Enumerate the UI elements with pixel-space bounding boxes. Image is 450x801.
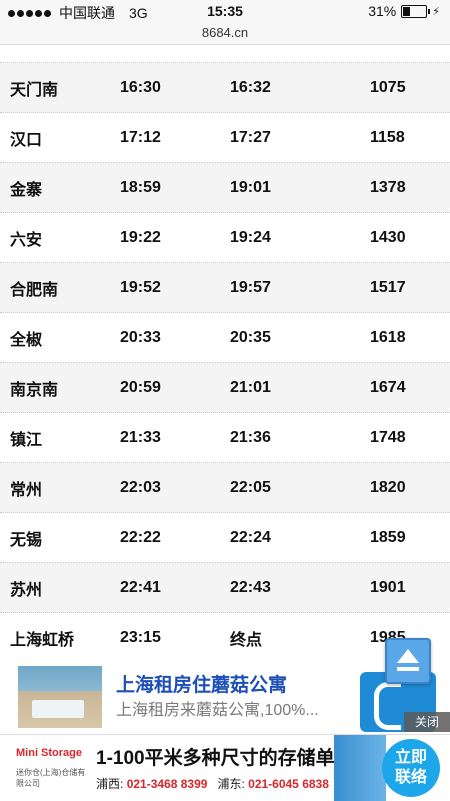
departure-time: 22:24 xyxy=(230,528,271,546)
departure-time: 终点 xyxy=(230,631,263,649)
distance-km: 1674 xyxy=(370,378,406,396)
departure-time: 20:35 xyxy=(230,328,271,346)
table-row: 六安 19:22 19:24 1430 xyxy=(0,213,450,263)
table-row: 合肥南 19:52 19:57 1517 xyxy=(0,263,450,313)
table-row: 无锡 22:22 22:24 1859 xyxy=(0,513,450,563)
departure-time: 17:27 xyxy=(230,128,271,146)
departure-time: 21:36 xyxy=(230,428,271,446)
arrival-time: 19:52 xyxy=(120,278,161,296)
distance-km: 1430 xyxy=(370,228,406,246)
departure-time: 22:43 xyxy=(230,578,271,596)
distance-km: 1901 xyxy=(370,578,406,596)
url-bar[interactable]: 8684.cn xyxy=(0,22,450,45)
station-name: 苏州 xyxy=(10,581,43,599)
arrival-time: 22:03 xyxy=(120,478,161,496)
url-domain[interactable]: 8684.cn xyxy=(202,25,248,40)
ad-thumbnail-image[interactable] xyxy=(18,666,102,728)
distance-km: 1075 xyxy=(370,78,406,96)
station-name: 六安 xyxy=(10,231,43,249)
station-name: 汉口 xyxy=(10,131,43,149)
departure-time: 22:05 xyxy=(230,478,271,496)
station-name: 上海虹桥 xyxy=(10,631,75,649)
ad-title[interactable]: 上海租房住蘑菇公寓 xyxy=(116,670,287,697)
table-row: 南京南 20:59 21:01 1674 xyxy=(0,363,450,413)
battery-status: 31% ⚡ xyxy=(368,3,440,19)
battery-icon xyxy=(401,4,431,18)
station-name: 常州 xyxy=(10,481,43,499)
station-name: 南京南 xyxy=(10,381,59,399)
distance-km: 1859 xyxy=(370,528,406,546)
station-name: 全椒 xyxy=(10,331,43,349)
table-row: 镇江 21:33 21:36 1748 xyxy=(0,413,450,463)
arrival-time: 20:59 xyxy=(120,378,161,396)
distance-km: 1618 xyxy=(370,328,406,346)
contact-now-button[interactable]: 立即联络 xyxy=(382,739,440,797)
banner-company: 迷你仓(上海)仓储有限公司 xyxy=(16,768,86,788)
charging-icon: ⚡ xyxy=(432,5,440,18)
arrival-time: 22:41 xyxy=(120,578,161,596)
table-row: 全椒 20:33 20:35 1618 xyxy=(0,313,450,363)
table-row: 常州 22:03 22:05 1820 xyxy=(0,463,450,513)
station-name: 金寨 xyxy=(10,181,43,199)
arrival-time: 20:33 xyxy=(120,328,161,346)
departure-time: 21:01 xyxy=(230,378,271,396)
banner-phone-2: 021-6045 6838 xyxy=(248,777,329,791)
station-name: 天门南 xyxy=(10,81,59,99)
station-name: 镇江 xyxy=(10,431,43,449)
table-row: 天门南 16:30 16:32 1075 xyxy=(0,63,450,113)
table-top-strip xyxy=(0,44,450,63)
scroll-top-icon[interactable] xyxy=(385,638,431,684)
banner-phones: 浦西: 021-3468 8399 浦东: 021-6045 6838 xyxy=(96,777,329,791)
departure-time: 16:32 xyxy=(230,78,271,96)
ad-card[interactable]: 上海租房住蘑菇公寓 上海租房来蘑菇公寓,100%... xyxy=(0,652,450,734)
table-row: 汉口 17:12 17:27 1158 xyxy=(0,113,450,163)
departure-time: 19:24 xyxy=(230,228,271,246)
banner-storage-image xyxy=(334,735,386,801)
status-bar: 中国联通 3G 15:35 31% ⚡ xyxy=(0,0,450,22)
table-row: 苏州 22:41 22:43 1901 xyxy=(0,563,450,613)
arrival-time: 16:30 xyxy=(120,78,161,96)
arrival-time: 18:59 xyxy=(120,178,161,196)
banner-title[interactable]: 1-100平米多种尺寸的存储单元 xyxy=(96,743,354,770)
ministorage-logo: Mini Storage 迷你仓(上海)仓储有限公司 xyxy=(16,747,86,788)
arrival-time: 22:22 xyxy=(120,528,161,546)
ad-subtitle[interactable]: 上海租房来蘑菇公寓,100%... xyxy=(116,696,319,720)
distance-km: 1158 xyxy=(370,128,405,146)
storage-banner-ad[interactable]: Mini Storage 迷你仓(上海)仓储有限公司 1-100平米多种尺寸的存… xyxy=(0,734,450,801)
distance-km: 1517 xyxy=(370,278,406,296)
battery-percent: 31% xyxy=(368,3,397,19)
arrival-time: 21:33 xyxy=(120,428,161,446)
arrival-time: 17:12 xyxy=(120,128,161,146)
station-name: 合肥南 xyxy=(10,281,59,299)
banner-phone-1: 021-3468 8399 xyxy=(126,777,208,791)
station-name: 无锡 xyxy=(10,531,43,549)
departure-time: 19:57 xyxy=(230,278,271,296)
arrival-time: 19:22 xyxy=(120,228,161,246)
train-schedule-table: 天门南 16:30 16:32 1075 汉口 17:12 17:27 1158 金寨 18:59… xyxy=(0,44,450,663)
distance-km: 1820 xyxy=(370,478,406,496)
distance-km: 1378 xyxy=(370,178,406,196)
departure-time: 19:01 xyxy=(230,178,271,196)
ad-close-button[interactable]: 关闭 xyxy=(404,712,450,732)
distance-km: 1748 xyxy=(370,428,406,446)
table-row: 金寨 18:59 19:01 1378 xyxy=(0,163,450,213)
arrival-time: 23:15 xyxy=(120,628,161,646)
